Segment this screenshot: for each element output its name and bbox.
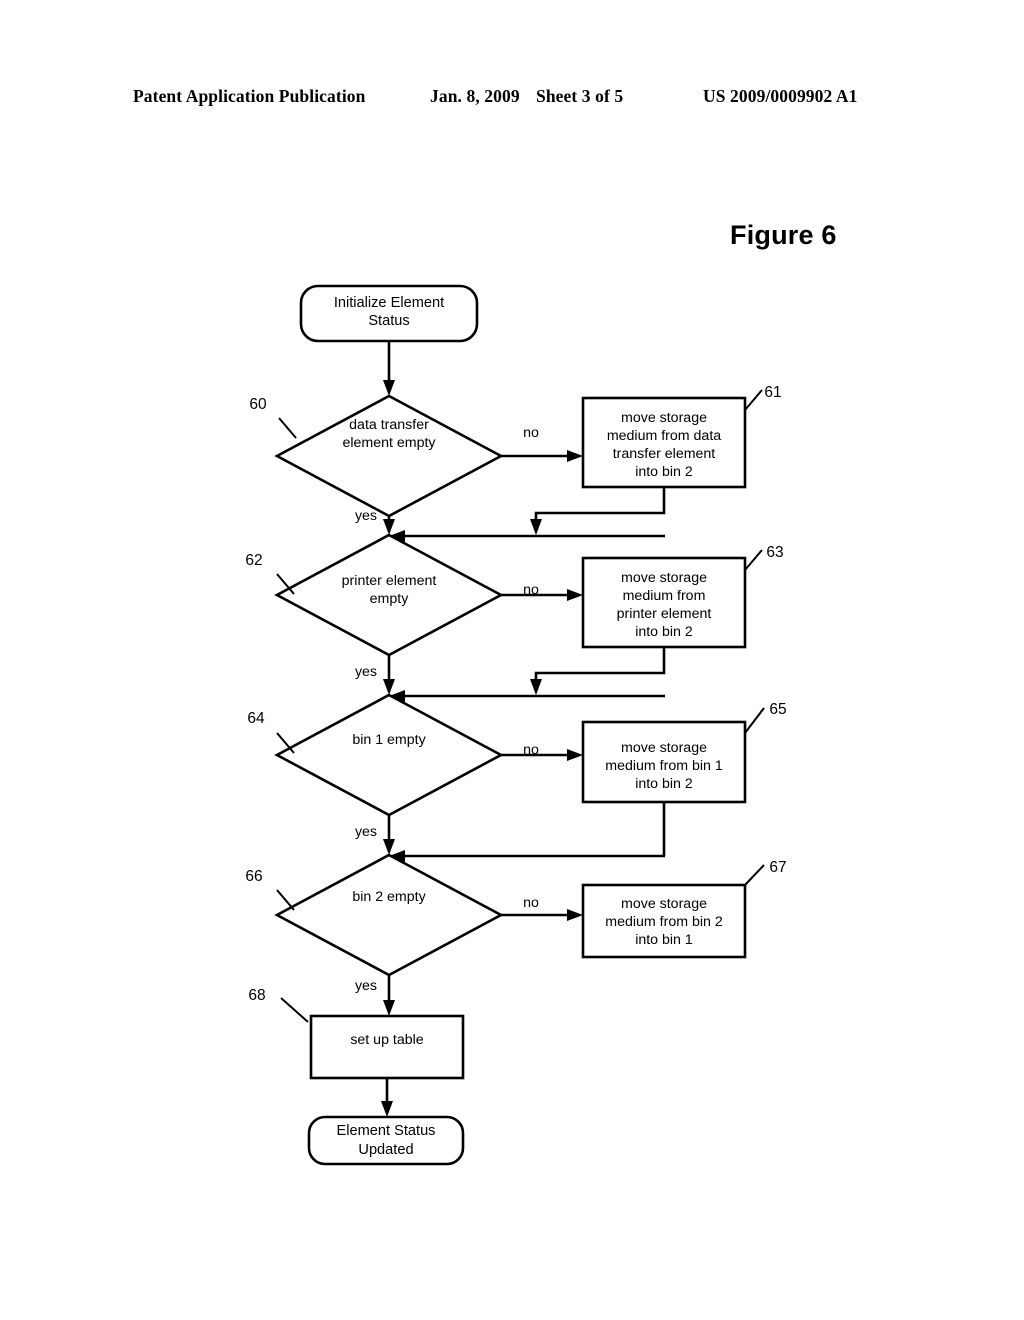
decision-60-line-2: element empty	[342, 435, 436, 451]
connector-decision-62-no: no	[501, 582, 583, 601]
connector-decision-64-yes: yes	[355, 815, 395, 855]
node-start-terminator: Initialize Element Status	[299, 284, 479, 343]
decision-64-line-1: bin 1 empty	[352, 732, 426, 748]
connector-decision-60-no: no	[501, 425, 583, 462]
action-67-line-3: into bin 1	[635, 932, 693, 948]
ref-numeral-61: 61	[744, 384, 782, 411]
ref-numeral-65: 65	[744, 701, 787, 734]
action-65-line-1: move storage	[621, 740, 707, 756]
node-end-terminator: Element Status Updated	[307, 1115, 465, 1166]
edge-label-66-no: no	[523, 895, 539, 911]
node-decision-62: printer element empty	[274, 533, 504, 657]
ref-numeral-63: 63	[744, 544, 784, 571]
node-action-65: move storage medium from bin 1 into bin …	[581, 720, 747, 804]
connector-start-to-decision-60	[383, 341, 395, 396]
edge-label-62-yes: yes	[355, 664, 377, 680]
edge-label-62-no: no	[523, 582, 539, 598]
action-67-line-1: move storage	[621, 896, 707, 912]
node-action-63: move storage medium from printer element…	[581, 556, 747, 649]
connector-decision-60-yes: yes	[355, 508, 395, 535]
node-action-61: move storage medium from data transfer e…	[581, 396, 747, 489]
connector-action-61-loopback	[530, 487, 666, 535]
edge-label-64-no: no	[523, 742, 539, 758]
action-67-line-2: medium from bin 2	[605, 914, 723, 930]
flowchart-diagram: Initialize Element Status data transfer …	[245, 284, 787, 1166]
svg-text:66: 66	[245, 868, 262, 885]
ref-numeral-68: 68	[248, 987, 309, 1023]
decision-62-line-2: empty	[370, 591, 410, 607]
action-61-line-1: move storage	[621, 410, 707, 426]
node-process-68: set up table	[309, 1014, 465, 1080]
decision-66-line-1: bin 2 empty	[352, 889, 426, 905]
end-terminator-line-1: Element Status	[337, 1123, 436, 1139]
node-action-67: move storage medium from bin 2 into bin …	[581, 883, 747, 959]
ref-numeral-64: 64	[247, 710, 295, 754]
connector-join-into-decision-62	[389, 530, 665, 542]
decision-60-line-1: data transfer	[349, 417, 429, 433]
svg-text:62: 62	[245, 552, 262, 569]
ref-numeral-66: 66	[245, 868, 295, 911]
action-65-line-2: medium from bin 1	[605, 758, 723, 774]
action-65-line-3: into bin 2	[635, 776, 693, 792]
action-63-line-4: into bin 2	[635, 624, 693, 640]
edge-label-66-yes: yes	[355, 978, 377, 994]
svg-text:60: 60	[249, 396, 267, 413]
action-61-line-4: into bin 2	[635, 464, 693, 480]
connector-process-68-to-end	[381, 1078, 393, 1117]
edge-label-60-no: no	[523, 425, 539, 441]
start-terminator-line-1: Initialize Element	[334, 295, 444, 311]
svg-text:67: 67	[769, 859, 786, 876]
action-61-line-2: medium from data	[607, 428, 721, 444]
connector-join-into-decision-66	[389, 850, 665, 862]
svg-text:65: 65	[769, 701, 786, 718]
action-63-line-1: move storage	[621, 570, 707, 586]
svg-text:61: 61	[764, 384, 781, 401]
ref-numeral-62: 62	[245, 552, 295, 595]
node-decision-60: data transfer element empty	[274, 394, 504, 518]
svg-text:64: 64	[247, 710, 265, 727]
start-terminator-line-2: Status	[368, 313, 409, 329]
edge-label-60-yes: yes	[355, 508, 377, 524]
connector-decision-66-yes: yes	[355, 975, 395, 1016]
action-61-line-3: transfer element	[613, 446, 716, 462]
svg-text:68: 68	[248, 987, 265, 1004]
ref-numeral-67: 67	[744, 859, 787, 886]
connector-action-63-loopback	[530, 647, 666, 695]
node-decision-66: bin 2 empty	[274, 853, 504, 977]
node-decision-64: bin 1 empty	[274, 693, 504, 817]
connector-decision-64-no: no	[501, 742, 583, 761]
edge-label-64-yes: yes	[355, 824, 377, 840]
action-63-line-2: medium from	[623, 588, 706, 604]
end-terminator-line-2: Updated	[358, 1142, 413, 1158]
connector-decision-62-yes: yes	[355, 655, 395, 695]
process-68-line-1: set up table	[350, 1032, 423, 1048]
action-63-line-3: printer element	[617, 606, 712, 622]
ref-numeral-60: 60	[249, 396, 297, 439]
svg-text:63: 63	[766, 544, 783, 561]
decision-62-line-1: printer element	[342, 573, 437, 589]
connector-join-into-decision-64	[389, 690, 665, 702]
connector-decision-66-no: no	[501, 895, 583, 921]
